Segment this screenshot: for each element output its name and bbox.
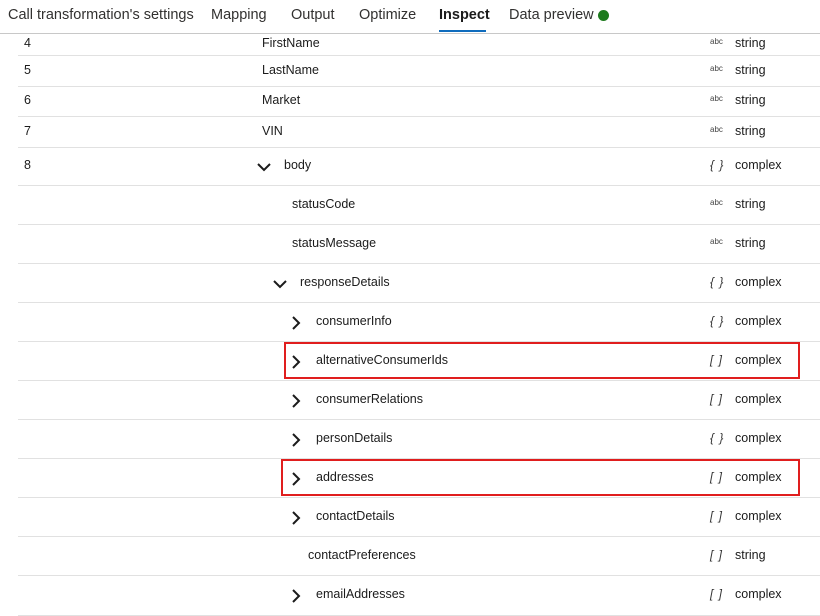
tab-output[interactable]: Output — [291, 7, 335, 23]
chevron-down-icon[interactable] — [272, 276, 287, 290]
column-type: complex — [735, 314, 782, 328]
column-name: LastName — [262, 63, 319, 77]
table-row[interactable]: consumerInfo { } complex — [18, 302, 820, 342]
table-row[interactable]: statusMessage abc string — [18, 224, 820, 264]
row-index: 5 — [24, 63, 31, 77]
column-name: consumerInfo — [316, 314, 392, 328]
chevron-right-icon[interactable] — [288, 393, 302, 408]
column-type: string — [735, 93, 766, 107]
string-type-icon: abc — [710, 94, 723, 103]
column-name: VIN — [262, 124, 283, 138]
table-row[interactable]: responseDetails { } complex — [18, 263, 820, 303]
column-type: string — [735, 197, 766, 211]
string-type-icon: abc — [710, 125, 723, 134]
chevron-right-icon[interactable] — [288, 510, 302, 525]
column-name: statusCode — [292, 197, 356, 211]
tab-settings[interactable]: Call transformation's settings — [8, 7, 194, 23]
object-type-icon: { } — [710, 431, 725, 445]
column-name: responseDetails — [300, 275, 390, 289]
table-row[interactable]: consumerRelations [ ] complex — [18, 380, 820, 420]
array-type-icon: [ ] — [710, 509, 724, 523]
column-type: string — [735, 63, 766, 77]
table-row[interactable]: contactPreferences [ ] string — [18, 536, 820, 576]
string-type-icon: abc — [710, 37, 723, 46]
row-index: 7 — [24, 124, 31, 138]
column-type: complex — [735, 431, 782, 445]
column-name: personDetails — [316, 431, 393, 445]
tab-inspect[interactable]: Inspect — [439, 7, 490, 23]
table-row[interactable]: personDetails { } complex — [18, 419, 820, 459]
string-type-icon: abc — [710, 237, 723, 246]
green-dot-icon — [598, 10, 609, 21]
column-name: Market — [262, 93, 301, 107]
column-type: string — [735, 236, 766, 250]
chevron-right-icon[interactable] — [288, 588, 302, 603]
chevron-right-icon[interactable] — [288, 432, 302, 447]
table-row[interactable]: contactDetails [ ] complex — [18, 497, 820, 537]
chevron-down-icon[interactable] — [256, 159, 271, 173]
column-name: emailAddresses — [316, 587, 405, 601]
row-index: 8 — [24, 158, 31, 172]
string-type-icon: abc — [710, 64, 723, 73]
tab-bar: Call transformation's settings Mapping O… — [0, 0, 820, 34]
column-type: complex — [735, 509, 782, 523]
row-index: 4 — [24, 36, 31, 50]
column-type: complex — [735, 392, 782, 406]
column-type: string — [735, 548, 766, 562]
table-row[interactable]: statusCode abc string — [18, 185, 820, 225]
object-type-icon: { } — [710, 314, 725, 328]
chevron-right-icon[interactable] — [288, 315, 302, 330]
column-name: body — [284, 158, 312, 172]
column-type: complex — [735, 275, 782, 289]
table-row[interactable]: 6 Market abc string — [18, 86, 820, 117]
table-row[interactable]: 7 VIN abc string — [18, 116, 820, 148]
highlight-box — [284, 342, 800, 379]
column-type: string — [735, 36, 766, 50]
column-name: contactPreferences — [308, 548, 416, 562]
tab-data-preview[interactable]: Data preview — [509, 7, 594, 23]
column-type: string — [735, 124, 766, 138]
tab-optimize[interactable]: Optimize — [359, 7, 416, 23]
table-row[interactable]: 8 body { } complex — [18, 147, 820, 186]
table-row[interactable]: 5 LastName abc string — [18, 55, 820, 87]
column-name: FirstName — [262, 36, 320, 50]
row-index: 6 — [24, 93, 31, 107]
highlight-box — [281, 459, 800, 496]
array-type-icon: [ ] — [710, 548, 724, 562]
object-type-icon: { } — [710, 158, 725, 172]
active-tab-indicator — [439, 30, 486, 32]
column-name: statusMessage — [292, 236, 377, 250]
array-type-icon: [ ] — [710, 392, 724, 406]
column-name: consumerRelations — [316, 392, 423, 406]
string-type-icon: abc — [710, 198, 723, 207]
column-name: contactDetails — [316, 509, 395, 523]
array-type-icon: [ ] — [710, 587, 724, 601]
table-row[interactable]: 4 FirstName abc string — [18, 33, 820, 56]
column-type: complex — [735, 587, 782, 601]
column-type: complex — [735, 158, 782, 172]
object-type-icon: { } — [710, 275, 725, 289]
tab-mapping[interactable]: Mapping — [211, 7, 267, 23]
